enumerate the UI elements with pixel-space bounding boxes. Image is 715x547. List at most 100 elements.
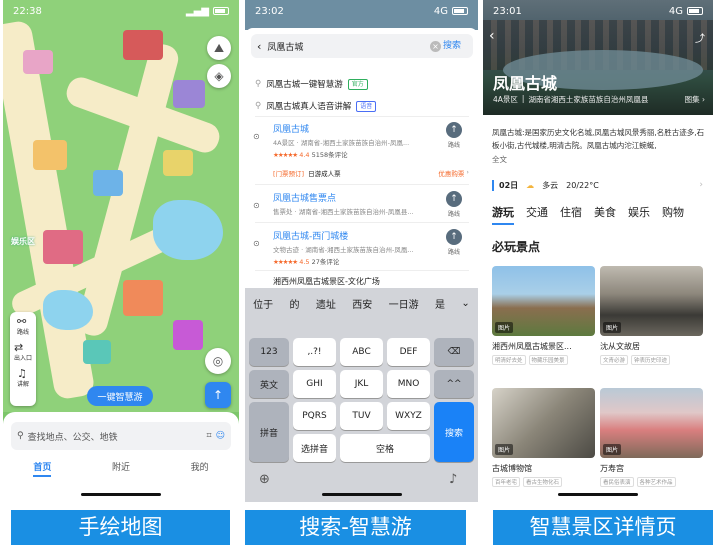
key-def[interactable]: DEF <box>387 338 430 366</box>
route-arrow-icon: ↑ <box>446 191 462 207</box>
battery-icon <box>452 7 468 15</box>
back-icon[interactable]: ‹ <box>257 40 261 53</box>
attraction-card[interactable]: 图片 万寿宫 看民俗表演 各种艺术作品 <box>600 388 703 487</box>
weather-row[interactable]: 02日 ☁ 多云 20/22°C <box>492 180 599 191</box>
route-arrow-icon: ↑ <box>446 122 462 138</box>
locate-icon[interactable]: ◎ <box>205 348 231 374</box>
layers-icon[interactable]: ◈ <box>207 64 231 88</box>
key-ghi[interactable]: GHI <box>293 370 336 398</box>
route-button[interactable]: ↑ 路线 <box>445 122 463 149</box>
rating-stars: ★★★★★ <box>273 151 298 159</box>
attraction-card[interactable]: 图片 古城博物馆 百年老宅 看古生物化石 <box>492 388 595 487</box>
attraction-card[interactable]: 图片 湘西州凤凰古城景区... 明清好去处 物藏乐园美景 <box>492 266 595 365</box>
ticket-row[interactable]: [门票预订] 日游成人票 优惠购票 › <box>255 168 469 178</box>
suggestion-item[interactable]: ⚲ 凤凰古城一键智慧游 官方 <box>255 78 368 90</box>
navigate-arrow-icon[interactable]: ↑ <box>205 382 231 408</box>
key-emoticon[interactable]: ^^ <box>434 370 474 398</box>
headphone-icon: ♫ <box>16 367 27 380</box>
gallery-link[interactable]: 图集 › <box>685 94 705 105</box>
key-punct[interactable]: ,.?! <box>293 338 336 366</box>
search-result-item[interactable]: ⊙ 凤凰古城 4A景区 · 湖南省-湘西土家族苗族自治州-凤凰... ★★★★★… <box>253 122 469 159</box>
route-button[interactable]: ↑ 路线 <box>445 191 463 218</box>
chevron-down-icon[interactable]: ⌄ <box>461 298 469 309</box>
key-tuv[interactable]: TUV <box>340 402 383 430</box>
route-arrow-icon: ↑ <box>446 229 462 245</box>
signal-icon: ▂▄▆ <box>185 5 209 17</box>
candidate-word[interactable]: 遗址 <box>316 296 336 311</box>
candidate-word[interactable]: 一日游 <box>389 296 419 311</box>
search-input[interactable]: ‹ 凤凰古城 × <box>251 34 473 58</box>
candidate-word[interactable]: 位于 <box>253 296 273 311</box>
backspace-key[interactable]: ⌫ <box>434 338 474 366</box>
location-pin-icon: ⊙ <box>253 132 260 141</box>
route-icon: ⚯ <box>16 315 27 328</box>
search-button[interactable]: 搜索 <box>443 38 461 51</box>
key-jkl[interactable]: JKL <box>340 370 383 398</box>
location-pin-icon: ⊙ <box>253 239 260 248</box>
microphone-icon[interactable]: ♪ <box>449 472 457 487</box>
home-indicator <box>81 493 161 496</box>
key-pqrs[interactable]: PQRS <box>293 402 336 430</box>
one-click-tour-button[interactable]: 一键智慧游 <box>87 386 153 406</box>
clear-icon[interactable]: × <box>430 40 441 52</box>
tab-home[interactable]: 首页 <box>33 460 52 477</box>
suggestion-item[interactable]: ⚲ 凤凰古城真人语音讲解 语音 <box>255 100 377 112</box>
tab-play[interactable]: 游玩 <box>492 204 514 225</box>
status-time: 23:01 <box>493 5 522 17</box>
back-icon[interactable]: ‹ <box>489 28 495 44</box>
layer-switch-icon[interactable]: ⛰ <box>207 36 231 60</box>
tab-food[interactable]: 美食 <box>594 204 616 225</box>
tab-mine[interactable]: 我的 <box>191 460 209 477</box>
key-123[interactable]: 123 <box>249 338 289 366</box>
assistant-robot-icon[interactable]: ☺ <box>216 431 225 441</box>
key-select-pinyin[interactable]: 选拼音 <box>293 434 336 462</box>
battery-icon <box>213 7 229 15</box>
entrance-icon: ⇄ <box>13 341 24 354</box>
share-icon[interactable]: ⤴ <box>695 30 705 45</box>
read-more-link[interactable]: 全文 <box>492 153 706 166</box>
globe-icon[interactable]: ⊕ <box>259 472 270 487</box>
hand-drawn-map[interactable]: 娱乐区 <box>3 0 239 412</box>
search-result-item[interactable]: ⊙ 凤凰古城售票点 售票处 · 湖南省-湘西土家族苗族自治州-凤凰县... ↑ 路… <box>253 191 469 218</box>
tab-lodging[interactable]: 住宿 <box>560 204 582 225</box>
key-abc[interactable]: ABC <box>340 338 383 366</box>
search-screen: 23:02 4G ‹ 凤凰古城 × 搜索 ⚲ 凤凰古城一键智慧游 官方 ⚲ 凤凰… <box>245 0 478 502</box>
search-icon: ⚲ <box>255 79 262 89</box>
keyboard: 位于 的 遗址 西安 一日游 是 ⌄ 123 ,.?! ABC DEF ⌫ 英文… <box>245 288 478 502</box>
search-result-item[interactable]: ⊙ 凤凰古城-西门城楼 文物古迹 · 湖南省-湘西土家族苗族自治州-凤凰... … <box>253 229 469 266</box>
route-button[interactable]: ↑ 路线 <box>445 229 463 256</box>
search-icon: ⚲ <box>17 431 24 441</box>
keyboard-search-key[interactable]: 搜索 <box>434 402 474 462</box>
candidate-word[interactable]: 的 <box>290 296 300 311</box>
map-search-input[interactable]: ⚲ 查找地点、公交、地铁 ⌗ ☺ <box>11 422 231 450</box>
search-result-item[interactable]: 湘西州凤凰古城景区-文化广场 <box>255 276 469 287</box>
entrance-tool-button[interactable]: ⇄ 出入口 <box>14 342 32 362</box>
search-icon: ⚲ <box>255 101 262 111</box>
tab-transport[interactable]: 交通 <box>526 204 548 225</box>
candidate-word[interactable]: 西安 <box>352 296 372 311</box>
key-wxyz[interactable]: WXYZ <box>387 402 430 430</box>
scenic-title: 凤凰古城 <box>493 74 558 93</box>
battery-icon <box>687 7 703 15</box>
key-english[interactable]: 英文 <box>249 370 289 398</box>
map-side-toolbar: ⚯ 路线 ⇄ 出入口 ♫ 讲解 <box>10 312 36 406</box>
scan-icon[interactable]: ⌗ <box>207 431 212 441</box>
map-area-label: 娱乐区 <box>11 237 35 246</box>
tab-entertainment[interactable]: 娱乐 <box>628 204 650 225</box>
key-mno[interactable]: MNO <box>387 370 430 398</box>
tab-shopping[interactable]: 购物 <box>662 204 684 225</box>
location-pin-icon: ⊙ <box>253 201 260 210</box>
scenic-description: 凤凰古城:是国家历史文化名城,凤凰古城风景秀丽,名胜古迹多,石板小街,古代城楼,… <box>492 128 706 166</box>
route-tool-button[interactable]: ⚯ 路线 <box>17 316 29 336</box>
cloudy-icon: ☁ <box>526 181 535 190</box>
key-pinyin[interactable]: 拼音 <box>249 402 289 462</box>
attraction-card[interactable]: 图片 沈从文故居 文青必游 钟表历史印迹 <box>600 266 703 365</box>
tab-nearby[interactable]: 附近 <box>112 460 130 477</box>
audio-guide-button[interactable]: ♫ 讲解 <box>17 368 29 388</box>
rating-stars: ★★★★★ <box>273 258 298 266</box>
status-time: 22:38 <box>13 5 42 17</box>
space-key[interactable]: 空格 <box>340 434 430 462</box>
home-indicator <box>558 493 638 496</box>
candidate-word[interactable]: 是 <box>435 296 445 311</box>
scenic-subtitle: 4A景区 | 湖南省湘西土家族苗族自治州凤凰县 <box>493 94 649 104</box>
